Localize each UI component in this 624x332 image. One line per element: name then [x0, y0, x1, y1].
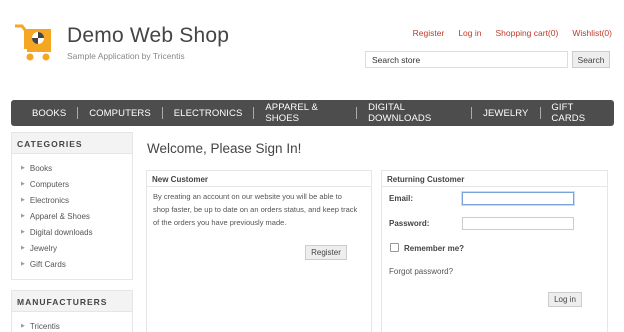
menu-item-label: BOOKS	[32, 107, 67, 119]
menu-item-label: COMPUTERS	[89, 107, 151, 119]
site-title: Demo Web Shop	[67, 24, 230, 47]
category-label: Apparel & Shoes	[29, 211, 90, 221]
category-label: Computers	[29, 179, 69, 189]
forgot-password-link[interactable]: Forgot password?	[389, 267, 453, 276]
wishlist-link[interactable]: Wishlist(0)	[572, 28, 612, 38]
header-links: Register Log in Shopping cart(0) Wishlis…	[413, 28, 612, 38]
search-box: Search	[365, 51, 610, 68]
category-label: Gift Cards	[29, 259, 66, 269]
login-button[interactable]: Log in	[548, 292, 582, 307]
password-field[interactable]	[462, 217, 574, 230]
categories-block: CATEGORIES ▶ Books ▶ Computers ▶ Electronic…	[11, 132, 133, 280]
email-label: Email:	[389, 194, 414, 203]
arrow-right-icon: ▶	[21, 323, 25, 329]
manufacturer-item-tricentis[interactable]: ▶ Tricentis	[21, 318, 132, 332]
arrow-right-icon: ▶	[21, 229, 25, 235]
manufacturer-label: Tricentis	[29, 321, 60, 331]
category-item-apparel-shoes[interactable]: ▶ Apparel & Shoes	[21, 208, 132, 224]
menu-item-computers[interactable]: COMPUTERS	[78, 108, 162, 119]
search-button[interactable]: Search	[572, 51, 610, 68]
categories-list: ▶ Books ▶ Computers ▶ Electronics ▶ Apparel …	[12, 154, 132, 278]
page-title: Welcome, Please Sign In!	[147, 141, 302, 156]
menu-item-label: GIFT CARDS	[551, 102, 586, 124]
arrow-right-icon: ▶	[21, 181, 25, 187]
category-item-gift-cards[interactable]: ▶ Gift Cards	[21, 256, 132, 272]
category-label: Jewelry	[29, 243, 57, 253]
remember-me-label: Remember me?	[404, 244, 465, 253]
manufacturers-title: MANUFACTURERS	[12, 291, 132, 312]
shopping-cart-logo-icon	[15, 22, 57, 64]
site-subtitle: Sample Application by Tricentis	[67, 51, 185, 61]
arrow-right-icon: ▶	[21, 261, 25, 267]
category-item-jewelry[interactable]: ▶ Jewelry	[21, 240, 132, 256]
password-label: Password:	[389, 219, 430, 228]
site-logo[interactable]: Demo Web Shop Sample Application by Tric…	[15, 22, 229, 64]
menu-item-books[interactable]: BOOKS	[21, 108, 77, 119]
category-item-electronics[interactable]: ▶ Electronics	[21, 192, 132, 208]
category-item-digital-downloads[interactable]: ▶ Digital downloads	[21, 224, 132, 240]
category-label: Electronics	[29, 195, 69, 205]
menu-item-digital-downloads[interactable]: DIGITAL DOWNLOADS	[357, 102, 471, 124]
menu-item-label: JEWELRY	[483, 107, 529, 119]
divider	[382, 186, 607, 187]
manufacturers-list: ▶ Tricentis	[12, 312, 132, 332]
arrow-right-icon: ▶	[21, 197, 25, 203]
email-field[interactable]	[462, 192, 574, 205]
returning-customer-box: Returning Customer Email: Password: Reme…	[381, 170, 608, 332]
remember-me-checkbox[interactable]	[390, 243, 399, 252]
arrow-right-icon: ▶	[21, 213, 25, 219]
menu-item-jewelry[interactable]: JEWELRY	[472, 108, 539, 119]
manufacturers-block: MANUFACTURERS ▶ Tricentis	[11, 290, 133, 332]
login-link[interactable]: Log in	[458, 28, 481, 38]
shopping-cart-link[interactable]: Shopping cart(0)	[495, 28, 558, 38]
register-button[interactable]: Register	[305, 245, 347, 260]
divider	[147, 186, 371, 187]
categories-title: CATEGORIES	[12, 133, 132, 154]
arrow-right-icon: ▶	[21, 245, 25, 251]
menu-item-electronics[interactable]: ELECTRONICS	[163, 108, 254, 119]
returning-customer-title: Returning Customer	[387, 175, 465, 184]
menu-item-label: APPAREL & SHOES	[265, 102, 318, 124]
new-customer-title: New Customer	[152, 175, 209, 184]
new-customer-box: New Customer By creating an account on o…	[146, 170, 372, 332]
arrow-right-icon: ▶	[21, 165, 25, 171]
category-item-books[interactable]: ▶ Books	[21, 160, 132, 176]
menu-item-apparel-shoes[interactable]: APPAREL & SHOES	[254, 102, 356, 124]
search-input[interactable]	[365, 51, 568, 68]
menu-item-label: ELECTRONICS	[173, 107, 243, 119]
top-menu: BOOKS COMPUTERS ELECTRONICS APPAREL & SH…	[11, 100, 614, 126]
new-customer-description: By creating an account on our website yo…	[153, 192, 358, 227]
menu-item-gift-cards[interactable]: GIFT CARDS	[540, 102, 614, 124]
category-item-computers[interactable]: ▶ Computers	[21, 176, 132, 192]
category-label: Books	[29, 163, 53, 173]
menu-item-label: DIGITAL DOWNLOADS	[368, 102, 432, 124]
category-label: Digital downloads	[29, 227, 93, 237]
register-link[interactable]: Register	[413, 28, 445, 38]
